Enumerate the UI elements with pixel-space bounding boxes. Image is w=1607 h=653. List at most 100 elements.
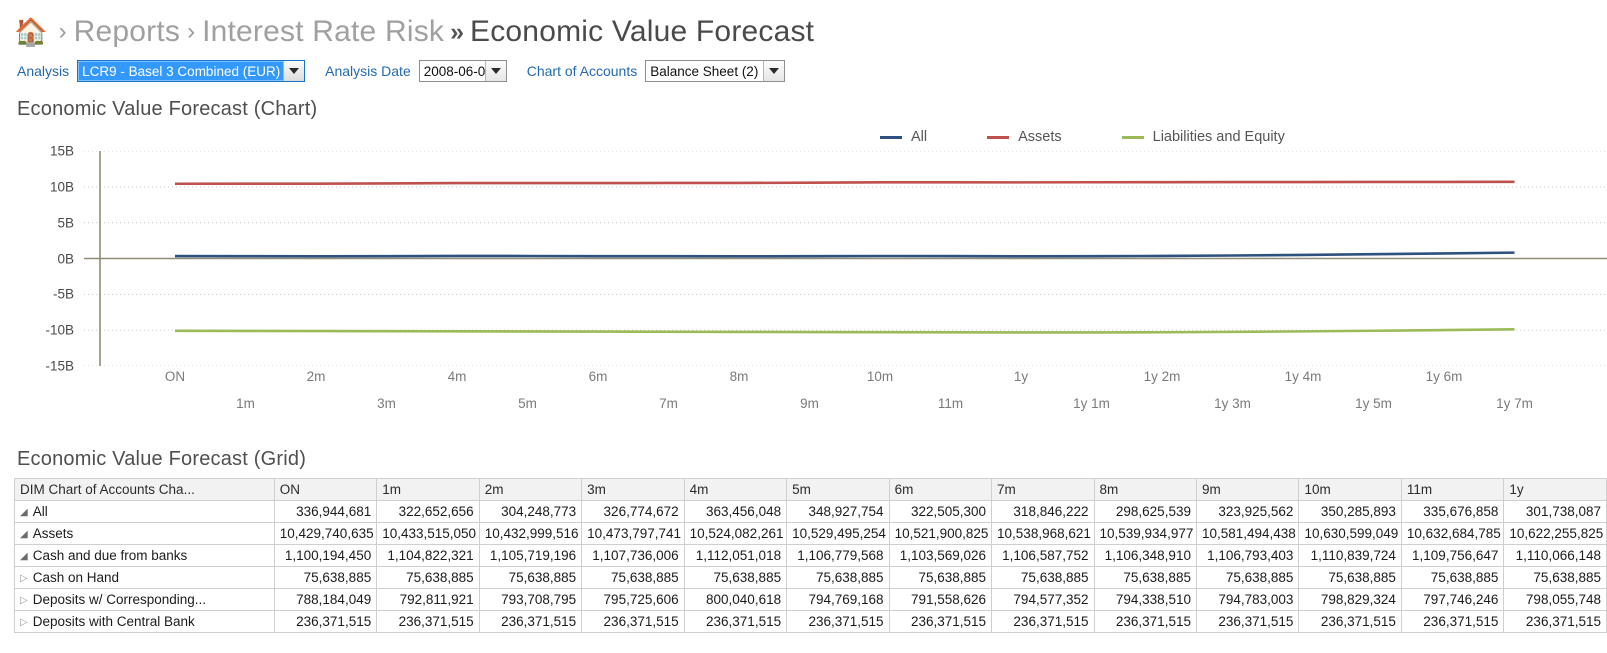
chart-x-axis: ON 1m 2m 3m 4m 5m 6m 7m 8m 9m 10m 11m 1y 1y 1m 1y 2m 1y… [0,369,1607,424]
breadcrumb-item-reports[interactable]: Reports [74,15,180,49]
row-label: Deposits with Central Bank [32,614,195,629]
table-cell-value: 10,538,968,621 [991,522,1095,545]
legend-swatch-icon [1121,135,1144,139]
x-axis-tick-label: 1y 4m [1284,369,1322,384]
table-cell-value: 10,524,082,261 [683,522,788,545]
table-row[interactable]: ▷ Cash on Hand 75,638,885 75,638,885 75,638,… [14,566,1607,589]
table-cell-value: 1,110,839,724 [1298,544,1402,567]
table-cell-value: 10,632,684,785 [1400,522,1505,545]
table-header-period[interactable]: 9m [1195,478,1300,501]
table-row[interactable]: ◢ Cash and due from banks 1,100,194,450 1,1… [14,544,1607,567]
legend-item-assets[interactable]: Assets [987,129,1062,145]
table-header-period[interactable]: 4m [683,478,788,501]
x-axis-tick-label: 1y 6m [1425,369,1463,384]
row-label: Assets [32,526,74,541]
analysis-select[interactable]: LCR9 - Basel 3 Combined (EUR) [77,60,306,82]
collapse-triangle-icon[interactable]: ◢ [20,529,28,540]
table-cell-value: 75,638,885 [273,566,378,589]
x-axis-tick-label: 1y 3m [1214,396,1251,411]
table-cell-value: 798,829,324 [1298,588,1402,611]
grid-section-title: Economic Value Forecast (Grid) [17,448,307,470]
table-row[interactable]: ▷ Deposits with Central Bank 236,371,515 23… [14,610,1607,633]
analysis-label: Analysis [17,63,70,79]
x-axis-tick-label: 7m [659,396,678,411]
x-axis-tick-label: 3m [377,396,396,411]
table-header-period[interactable]: 10m [1298,478,1402,501]
expand-triangle-icon[interactable]: ▷ [20,617,28,628]
table-header-period[interactable]: 1y [1503,478,1607,501]
table-header-period[interactable]: 2m [478,478,583,501]
table-header-period[interactable]: 7m [991,478,1095,501]
table-cell-label[interactable]: ◢ Cash and due from banks [14,544,275,567]
collapse-triangle-icon[interactable]: ◢ [20,551,28,562]
chart-series-all[interactable] [174,251,1515,258]
table-header-period[interactable]: ON [273,478,378,501]
expand-triangle-icon[interactable]: ▷ [20,573,28,584]
table-cell-value: 10,581,494,438 [1195,522,1300,545]
chevron-down-icon[interactable] [763,61,785,81]
chart-section-title: Economic Value Forecast (Chart) [17,98,318,120]
legend-item-liabilities-and-equity[interactable]: Liabilities and Equity [1121,129,1285,145]
table-header-period[interactable]: 6m [888,478,993,501]
breadcrumb-separator-2: › [187,18,196,45]
home-icon[interactable]: 🏠 [14,18,48,46]
chart-plot-area [0,151,1607,366]
table-cell-value: 75,638,885 [1093,566,1197,589]
breadcrumb-item-interest-rate-risk[interactable]: Interest Rate Risk [202,15,444,49]
table-header-period[interactable]: 1m [376,478,480,501]
breadcrumb-separator-3: » [450,17,465,46]
table-cell-value: 322,652,656 [376,500,480,523]
table-cell-value: 1,105,719,196 [478,544,583,567]
table-header-period[interactable]: 3m [581,478,685,501]
table-cell-label[interactable]: ◢ Assets [14,522,275,545]
table-cell-value: 75,638,885 [683,566,788,589]
breadcrumb-item-economic-value-forecast: Economic Value Forecast [470,15,815,48]
table-header-period[interactable]: 11m [1400,478,1505,501]
table-cell-value: 788,184,049 [273,588,378,611]
table-cell-value: 75,638,885 [786,566,890,589]
table-header-dimension[interactable]: DIM Chart of Accounts Cha... [14,478,275,501]
analysis-date-label: Analysis Date [325,63,411,79]
table-cell-value: 236,371,515 [786,610,890,633]
table-cell-value: 75,638,885 [888,566,993,589]
table-cell-value: 236,371,515 [273,610,378,633]
analysis-date-select-value: 2008-06-01 [423,63,493,79]
table-cell-label[interactable]: ▷ Deposits w/ Corresponding... [14,588,275,611]
table-header-period[interactable]: 8m [1093,478,1197,501]
table-cell-value: 236,371,515 [1195,610,1300,633]
table-cell-value: 322,505,300 [888,500,993,523]
chevron-down-icon[interactable] [484,61,506,81]
table-row[interactable]: ▷ Deposits w/ Corresponding... 788,184,049… [14,588,1607,611]
table-cell-value: 791,558,626 [888,588,993,611]
table-cell-label[interactable]: ◢ All [14,500,275,523]
table-cell-value: 1,107,736,006 [581,544,685,567]
table-cell-value: 236,371,515 [478,610,583,633]
table-cell-value: 301,738,087 [1503,500,1607,523]
analysis-date-select[interactable]: 2008-06-01 [418,60,507,82]
chevron-down-icon[interactable] [283,61,305,81]
table-cell-label[interactable]: ▷ Cash on Hand [14,566,275,589]
table-cell-value: 350,285,893 [1298,500,1402,523]
legend-item-all[interactable]: All [880,129,927,145]
table-cell-value: 793,708,795 [478,588,583,611]
economic-value-forecast-grid: DIM Chart of Accounts Cha... ON 1m 2m 3m 4m 5m… [14,478,1607,633]
table-cell-label[interactable]: ▷ Deposits with Central Bank [14,610,275,633]
chart-series-assets[interactable] [174,180,1515,186]
table-cell-value: 794,783,003 [1195,588,1300,611]
table-header-period[interactable]: 5m [786,478,890,501]
chart-of-accounts-select[interactable]: Balance Sheet (2) [645,60,786,82]
table-cell-value: 318,846,222 [991,500,1095,523]
chart-of-accounts-label: Chart of Accounts [526,63,638,79]
x-axis-tick-label: 5m [518,396,537,411]
x-axis-tick-label: 1y 2m [1143,369,1181,384]
table-cell-value: 348,927,754 [786,500,890,523]
expand-triangle-icon[interactable]: ▷ [20,595,28,606]
table-cell-value: 1,109,756,647 [1400,544,1505,567]
table-cell-value: 236,371,515 [888,610,993,633]
table-row[interactable]: ◢ Assets 10,429,740,635 10,433,515,050 10,43… [14,522,1607,545]
collapse-triangle-icon[interactable]: ◢ [20,507,28,518]
table-cell-value: 792,811,921 [376,588,480,611]
table-row[interactable]: ◢ All 336,944,681 322,652,656 304,248,773 326… [14,500,1607,523]
table-cell-value: 10,521,900,825 [888,522,993,545]
legend-swatch-icon [880,135,902,139]
